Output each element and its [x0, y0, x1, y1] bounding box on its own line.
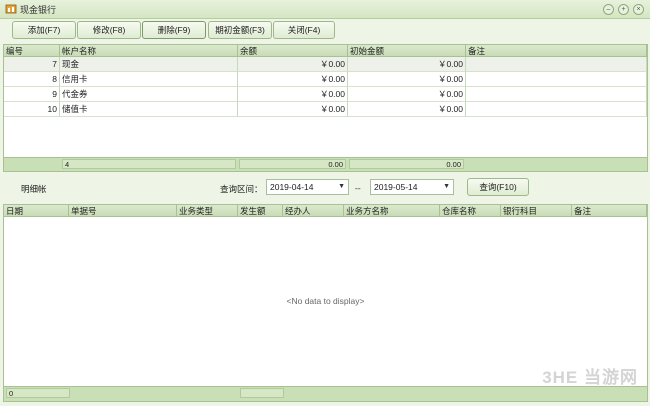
table-row-balance[interactable]: ￥0.00: [238, 57, 348, 72]
close-button[interactable]: 关闭(F4): [273, 21, 335, 39]
query-range-label: 查询区间：: [220, 184, 263, 194]
col-header-bank-subject[interactable]: 银行科目: [501, 205, 572, 217]
footer-balance-total: 0.00: [239, 159, 346, 169]
table-row-balance[interactable]: ￥0.00: [238, 102, 348, 117]
window-title: 现金银行: [20, 5, 57, 15]
table-row-initial[interactable]: ￥0.00: [348, 87, 466, 102]
delete-button[interactable]: 删除(F9): [142, 21, 206, 39]
table-row-balance[interactable]: ￥0.00: [238, 72, 348, 87]
table-row-note[interactable]: [466, 102, 647, 117]
table-row-id[interactable]: 9: [4, 87, 60, 102]
col-header-warehouse[interactable]: 仓库名称: [440, 205, 501, 217]
footer-initial-total: 0.00: [349, 159, 464, 169]
table-row-note[interactable]: [466, 87, 647, 102]
table-row-initial[interactable]: ￥0.00: [348, 102, 466, 117]
date-to-value: 2019-05-14: [374, 182, 418, 192]
table-row-balance[interactable]: ￥0.00: [238, 87, 348, 102]
table-row-name[interactable]: 储值卡: [60, 102, 238, 117]
col-header-doc-no[interactable]: 单据号: [69, 205, 177, 217]
col-header-name[interactable]: 帐户名称: [60, 45, 238, 57]
col-header-amount[interactable]: 发生额: [238, 205, 283, 217]
empty-message: <No data to display>: [286, 296, 365, 306]
title-bar: 现金银行 – + ×: [0, 0, 650, 19]
detail-footer: 0: [4, 386, 647, 401]
table-row-note[interactable]: [466, 72, 647, 87]
table-row-initial[interactable]: ￥0.00: [348, 72, 466, 87]
footer-count: 4: [62, 159, 236, 169]
col-header-id[interactable]: 编号: [4, 45, 60, 57]
maximize-icon[interactable]: +: [618, 4, 629, 15]
col-header-balance[interactable]: 余额: [238, 45, 348, 57]
edit-button[interactable]: 修改(F8): [77, 21, 141, 39]
table-row-note[interactable]: [466, 57, 647, 72]
accounts-footer: 4 0.00 0.00: [4, 157, 647, 171]
minimize-icon[interactable]: –: [603, 4, 614, 15]
table-row-name[interactable]: 信用卡: [60, 72, 238, 87]
accounts-grid: 编号 帐户名称 余额 初始金额 备注 7 现金 ￥0.00 ￥0.00 8 信用…: [3, 44, 648, 172]
table-row-id[interactable]: 10: [4, 102, 60, 117]
table-row-initial[interactable]: ￥0.00: [348, 57, 466, 72]
add-button[interactable]: 添加(F7): [12, 21, 76, 39]
query-button[interactable]: 查询(F10): [467, 178, 529, 196]
table-row-name[interactable]: 代金券: [60, 87, 238, 102]
chevron-down-icon[interactable]: ▼: [338, 180, 345, 194]
col-header-date[interactable]: 日期: [4, 205, 69, 217]
col-header-handler[interactable]: 经办人: [283, 205, 344, 217]
col-header-party[interactable]: 业务方名称: [344, 205, 440, 217]
date-separator: --: [355, 183, 361, 193]
detail-footer-count: 0: [6, 388, 70, 398]
close-icon[interactable]: ×: [633, 4, 644, 15]
date-from-value: 2019-04-14: [270, 182, 314, 192]
app-icon: [5, 4, 17, 14]
col-header-initial[interactable]: 初始金额: [348, 45, 466, 57]
chevron-down-icon[interactable]: ▼: [443, 180, 450, 194]
col-header-note[interactable]: 备注: [466, 45, 647, 57]
opening-amount-button[interactable]: 期初金额(F3): [208, 21, 272, 39]
col-header-biz-type[interactable]: 业务类型: [177, 205, 238, 217]
detail-footer-amount: [240, 388, 284, 398]
col-header-detail-note[interactable]: 备注: [572, 205, 647, 217]
table-row-name[interactable]: 现金: [60, 57, 238, 72]
detail-label: 明细帐: [21, 184, 47, 194]
date-from-picker[interactable]: 2019-04-14 ▼: [266, 179, 349, 195]
date-to-picker[interactable]: 2019-05-14 ▼: [370, 179, 454, 195]
watermark-logo: 3HE 当游网: [542, 368, 638, 387]
table-row-id[interactable]: 7: [4, 57, 60, 72]
table-row-id[interactable]: 8: [4, 72, 60, 87]
